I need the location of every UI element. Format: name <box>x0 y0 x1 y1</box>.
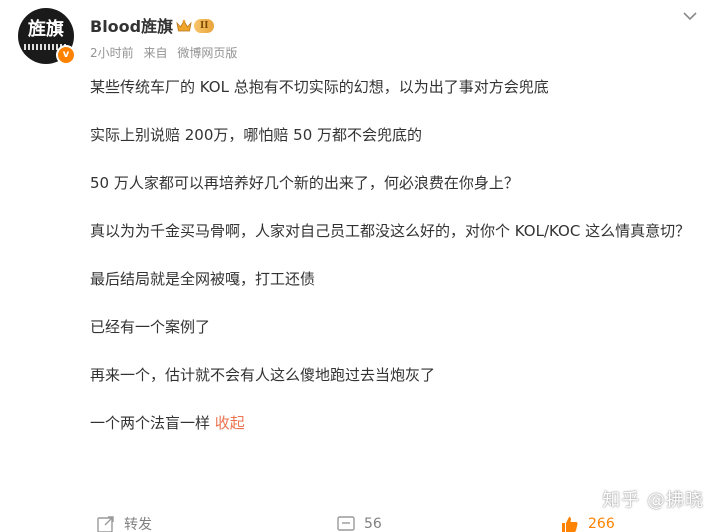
post-paragraph: 最后结局就是全网被嘎，打工还债 <box>90 270 316 288</box>
post-meta: 2小时前 来自 微博网页版 <box>90 44 243 62</box>
post-body: 某些传统车厂的 KOL 总抱有不切实际的幻想，以为出了事对方会兜底 实际上别说赔… <box>90 74 702 458</box>
comment-button[interactable]: 56 <box>336 514 382 532</box>
post-last-line-text: 一个两个法盲一样 <box>90 414 211 432</box>
weibo-post-card: 旌旗 v Blood旌旗 II 2小时前 来自 微博网页版 某些传统车厂的 KO… <box>0 0 720 532</box>
post-paragraph: 已经有一个案例了 <box>90 318 211 336</box>
repost-label: 转发 <box>124 517 152 532</box>
like-button[interactable]: 266 <box>560 514 615 532</box>
avatar[interactable]: 旌旗 v <box>18 8 76 65</box>
post-paragraph: 实际上别说赔 200万，哪怕赔 50 万都不会兜底的 <box>90 126 423 144</box>
post-source: 微博网页版 <box>177 46 238 60</box>
chevron-down-icon[interactable] <box>682 11 698 21</box>
post-paragraph: 再来一个，估计就不会有人这么傻地跑过去当炮灰了 <box>90 366 436 384</box>
verified-badge-icon: v <box>56 45 76 65</box>
repost-icon <box>97 516 114 532</box>
member-badge[interactable]: II <box>176 19 215 33</box>
comment-count: 56 <box>364 516 382 532</box>
action-bar: 转发 56 266 <box>0 514 720 532</box>
like-count: 266 <box>588 516 615 532</box>
post-last-line: 一个两个法盲一样 收起 <box>90 410 702 437</box>
comment-icon <box>337 516 355 531</box>
avatar-logo-text: 旌旗 <box>28 19 64 40</box>
source-label: 来自 <box>143 46 168 60</box>
post-paragraph: 真以为为千金买马骨啊，人家对自己员工都没这么好的，对你个 KOL/KOC 这么情… <box>90 222 691 240</box>
watermark: 知乎 @拂晓 <box>602 490 704 511</box>
thumbs-up-icon <box>562 517 578 532</box>
crown-icon <box>176 19 192 32</box>
author-name[interactable]: Blood旌旗 <box>90 16 173 38</box>
repost-button[interactable]: 转发 <box>96 514 152 532</box>
post-paragraph: 50 万人家都可以再培养好几个新的出来了，何必浪费在你身上？ <box>90 174 519 192</box>
post-time[interactable]: 2小时前 <box>90 46 134 60</box>
collapse-link[interactable]: 收起 <box>215 414 245 432</box>
post-paragraph: 某些传统车厂的 KOL 总抱有不切实际的幻想，以为出了事对方会兜底 <box>90 78 549 96</box>
member-level: II <box>194 19 215 33</box>
